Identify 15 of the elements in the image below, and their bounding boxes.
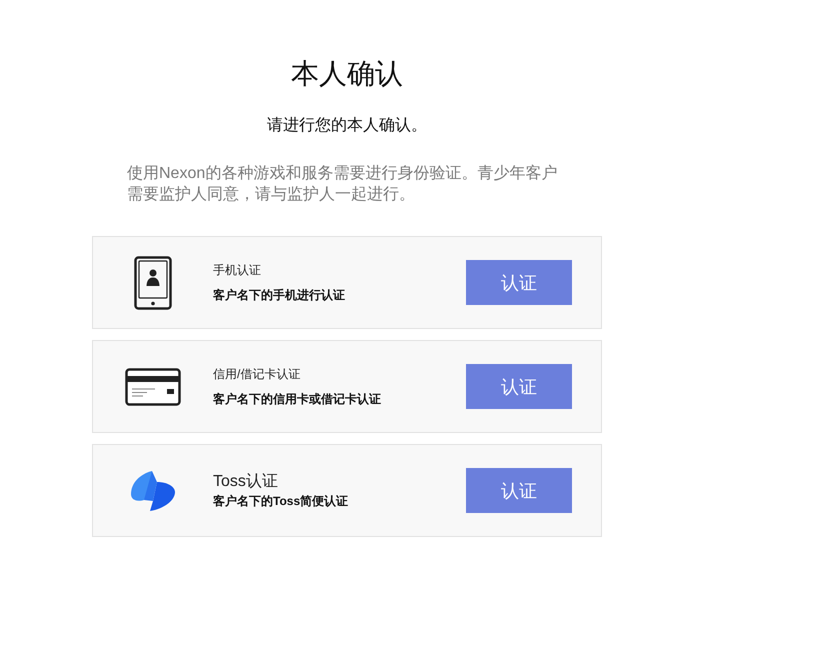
method-description: 客户名下的手机进行认证	[213, 287, 346, 304]
verify-button[interactable]: 认证	[466, 364, 572, 409]
method-title: 信用/借记卡认证	[213, 366, 302, 383]
method-title: 手机认证	[213, 262, 262, 279]
toss-logo-icon	[130, 470, 176, 512]
tablet-icon	[134, 256, 172, 310]
method-description: 客户名下的信用卡或借记卡认证	[213, 391, 382, 408]
description-text: 使用Nexon的各种游戏和服务需要进行身份验证。青少年客户需要监护人同意，请与监护人一起进行。	[127, 164, 558, 205]
verify-button[interactable]: 认证	[466, 260, 572, 305]
credit-card-icon	[125, 368, 181, 406]
method-description: 客户名下的Toss简便认证	[213, 492, 350, 510]
subtitle: 请进行您的本人确认。	[267, 116, 427, 136]
page-title: 本人确认	[291, 57, 403, 91]
method-title: Toss认证	[213, 472, 279, 492]
verify-button[interactable]: 认证	[466, 468, 572, 513]
